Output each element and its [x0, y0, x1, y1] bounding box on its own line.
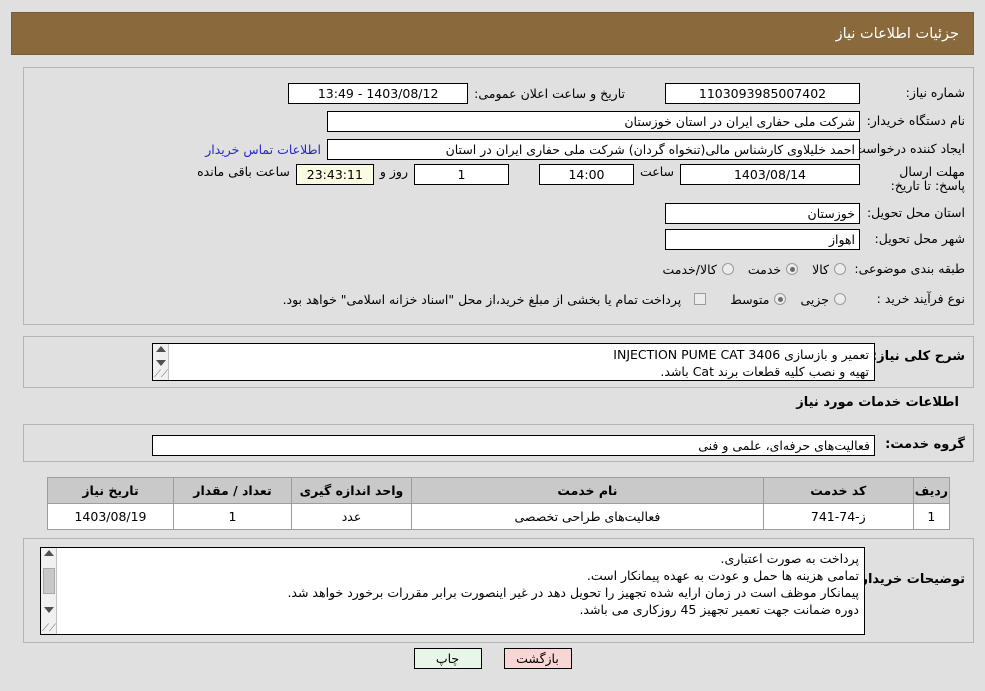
buyer-notes-panel: توضیحات خریدار: پرداخت به صورت اعتباری. …	[23, 538, 974, 643]
page-root: جزئیات اطلاعات نیاز AriaTender شماره نیا…	[0, 0, 985, 691]
islamic-bond-note: پرداخت تمام یا بخشی از مبلغ خرید،از محل …	[282, 291, 682, 307]
cell-service-code: ز-74-741	[762, 503, 914, 530]
footer-actions: بازگشت چاپ	[0, 648, 985, 669]
category-radio-goods-service[interactable]: کالا/خدمت	[662, 261, 734, 277]
row-description: شرح کلی نیاز: تعمیر و بازسازی INJECTION …	[152, 343, 965, 381]
row-need-number: شماره نیاز: 1103093985007402 تاریخ و ساع…	[288, 80, 965, 106]
radio-circle-icon[interactable]	[786, 263, 799, 275]
row-service-group: گروه خدمت: فعالیت‌های حرفه‌ای، علمی و فن…	[152, 432, 965, 458]
buyer-org-value: شرکت ملی حفاری ایران در استان خوزستان	[327, 110, 860, 132]
services-section-heading: اطلاعات خدمات مورد نیاز	[796, 395, 959, 410]
th-row-no: ردیف	[912, 477, 951, 504]
row-category: طبقه بندی موضوعی: کالا خدمت کالا/خدمت	[662, 256, 965, 282]
deadline-date-value: 1403/08/14	[680, 164, 860, 185]
th-quantity: تعداد / مقدار	[173, 477, 292, 504]
row-city: شهر محل تحویل: اهواز	[665, 226, 965, 252]
category-radio-service[interactable]: خدمت	[747, 261, 799, 277]
cell-need-date: 1403/08/19	[47, 503, 174, 530]
scroll-up-icon[interactable]	[43, 550, 54, 556]
row-requester: ایجاد کننده درخواست: احمد خلیلاوی کارشنا…	[199, 136, 965, 162]
service-group-label: گروه خدمت:	[885, 436, 965, 452]
process-option-label: جزیی	[800, 291, 829, 307]
need-number-value: 1103093985007402	[665, 82, 860, 104]
page-header: جزئیات اطلاعات نیاز	[11, 12, 974, 55]
checkbox-icon[interactable]	[694, 293, 707, 305]
description-label: شرح کلی نیاز:	[871, 349, 965, 364]
service-group-value: فعالیت‌های حرفه‌ای، علمی و فنی	[152, 434, 875, 456]
deadline-time-value: 14:00	[538, 164, 634, 185]
buyer-notes-label: توضیحات خریدار:	[855, 572, 965, 587]
print-button[interactable]: چاپ	[413, 648, 482, 669]
description-text: تعمیر و بازسازی INJECTION PUME CAT 3406 …	[613, 347, 869, 379]
th-service-code: کد خدمت	[762, 477, 914, 504]
row-buyer-org: نام دستگاه خریدار: شرکت ملی حفاری ایران …	[327, 108, 965, 134]
th-service-name: نام خدمت	[411, 477, 764, 504]
province-label: استان محل تحویل:	[866, 205, 965, 221]
requester-label: ایجاد کننده درخواست:	[849, 141, 965, 157]
category-radio-goods[interactable]: کالا	[812, 262, 846, 277]
category-option-label: خدمت	[747, 261, 782, 277]
need-number-label: شماره نیاز:	[905, 85, 965, 101]
requester-value: احمد خلیلاوی کارشناس مالی(تنخواه گردان) …	[327, 138, 860, 160]
islamic-bond-checkbox-wrap[interactable]: پرداخت تمام یا بخشی از مبلغ خرید،از محل …	[283, 292, 707, 307]
buyer-notes-textarea[interactable]: پرداخت به صورت اعتباری. تمامی هزینه ها ح…	[40, 547, 865, 635]
scrollbar-thumb[interactable]	[42, 568, 55, 595]
deadline-label: مهلت ارسال پاسخ: تا تاریخ:	[890, 164, 965, 194]
announce-datetime-label: تاریخ و ساعت اعلان عمومی:	[474, 85, 625, 101]
back-button[interactable]: بازگشت	[503, 648, 572, 669]
days-label: روز و	[379, 164, 408, 179]
page-title: جزئیات اطلاعات نیاز	[835, 25, 959, 42]
row-province: استان محل تحویل: خوزستان	[665, 200, 965, 226]
row-buyer-notes: توضیحات خریدار: پرداخت به صورت اعتباری. …	[40, 547, 965, 635]
th-unit: واحد اندازه گیری	[291, 477, 412, 504]
process-label: نوع فرآیند خرید :	[876, 291, 965, 307]
countdown-value: 23:43:11	[295, 164, 374, 185]
buyer-notes-text: پرداخت به صورت اعتباری. تمامی هزینه ها ح…	[287, 551, 859, 617]
radio-circle-icon[interactable]	[834, 293, 846, 305]
remaining-days-value: 1	[413, 164, 509, 185]
description-panel: شرح کلی نیاز: تعمیر و بازسازی INJECTION …	[23, 336, 974, 388]
radio-circle-icon[interactable]	[834, 263, 846, 275]
process-option-label: متوسط	[730, 291, 770, 307]
resize-grip-icon[interactable]: ⟋⟋	[42, 623, 56, 634]
process-radio-minor[interactable]: جزیی	[800, 292, 846, 307]
table-row: 1 ز-74-741 فعالیت‌های طراحی تخصصی عدد 1 …	[47, 503, 951, 530]
hour-label: ساعت	[639, 164, 674, 179]
services-table: ردیف کد خدمت نام خدمت واحد اندازه گیری ت…	[47, 477, 951, 530]
category-option-label: کالا/خدمت	[662, 261, 717, 277]
need-info-panel: شماره نیاز: 1103093985007402 تاریخ و ساع…	[23, 67, 974, 325]
th-need-date: تاریخ نیاز	[47, 477, 174, 504]
buyer-org-label: نام دستگاه خریدار:	[866, 113, 965, 129]
resize-grip-icon[interactable]: ⟋⟋	[154, 369, 168, 380]
announce-datetime-value: 1403/08/12 - 13:49	[288, 82, 469, 104]
buyer-notes-scrollbar[interactable]: ⟋⟋	[41, 548, 57, 634]
category-label: طبقه بندی موضوعی:	[854, 261, 965, 277]
cell-quantity: 1	[173, 503, 292, 530]
radio-circle-icon[interactable]	[721, 263, 734, 275]
buyer-contact-link[interactable]: اطلاعات تماس خریدار	[199, 142, 327, 157]
radio-circle-icon[interactable]	[774, 293, 787, 305]
row-deadline: مهلت ارسال پاسخ: تا تاریخ: 1403/08/14 سا…	[191, 164, 965, 193]
description-textarea[interactable]: تعمیر و بازسازی INJECTION PUME CAT 3406 …	[152, 343, 875, 381]
scroll-up-icon[interactable]	[155, 346, 166, 352]
city-label: شهر محل تحویل:	[874, 231, 965, 247]
cell-service-name: فعالیت‌های طراحی تخصصی	[411, 503, 764, 530]
city-value: اهواز	[665, 228, 860, 250]
row-process-type: نوع فرآیند خرید : جزیی متوسط پرداخت تمام…	[283, 286, 965, 312]
scroll-down-icon[interactable]	[155, 359, 166, 366]
category-option-label: کالا	[812, 261, 829, 277]
countdown-label: ساعت باقی مانده	[197, 164, 290, 179]
description-scrollbar[interactable]: ⟋⟋	[153, 344, 169, 380]
cell-unit: عدد	[291, 503, 412, 530]
service-group-panel: گروه خدمت: فعالیت‌های حرفه‌ای، علمی و فن…	[23, 424, 974, 462]
province-value: خوزستان	[665, 202, 860, 224]
scroll-down-icon[interactable]	[43, 606, 54, 613]
cell-row-no: 1	[912, 503, 951, 530]
process-radio-medium[interactable]: متوسط	[730, 291, 787, 307]
table-header-row: ردیف کد خدمت نام خدمت واحد اندازه گیری ت…	[47, 477, 951, 504]
